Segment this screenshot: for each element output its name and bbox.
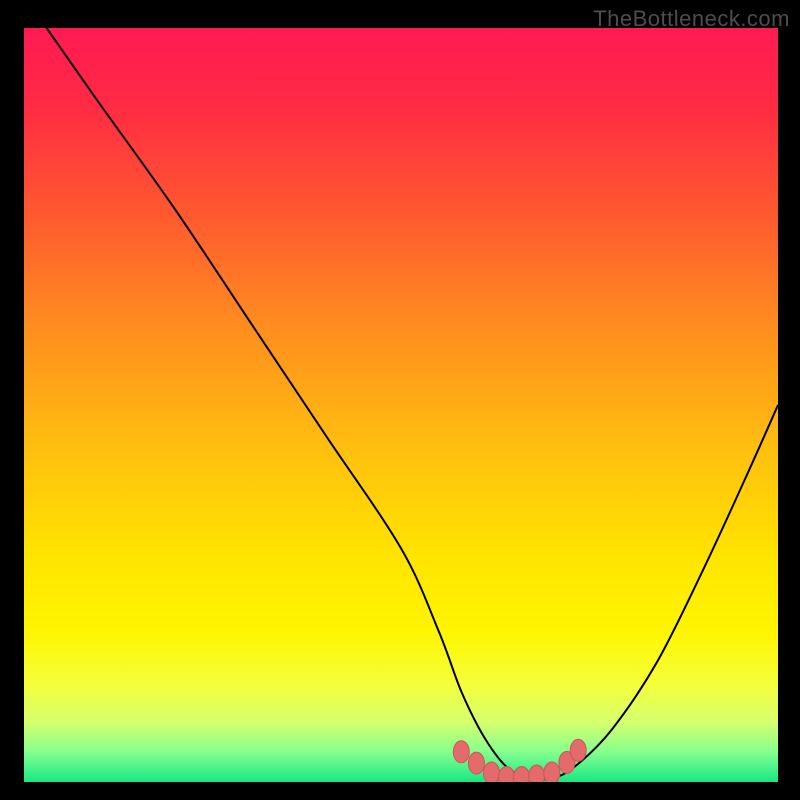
- watermark-text: TheBottleneck.com: [593, 6, 790, 32]
- bottleneck-chart: [24, 28, 778, 782]
- marker-point: [453, 741, 469, 763]
- marker-point: [570, 739, 586, 761]
- chart-stage: TheBottleneck.com: [0, 0, 800, 800]
- marker-point: [468, 752, 484, 774]
- marker-point: [529, 765, 545, 782]
- gradient-background: [24, 28, 778, 782]
- marker-point: [544, 762, 560, 782]
- marker-point: [484, 762, 500, 782]
